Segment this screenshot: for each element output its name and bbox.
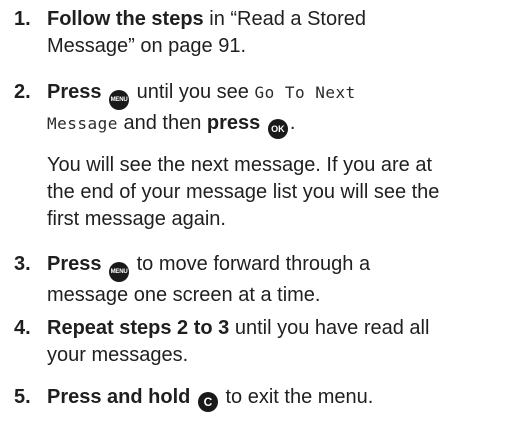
step-text-line: until you have read all xyxy=(229,317,430,339)
note-line: first message again. xyxy=(47,208,226,230)
step-number: 2. xyxy=(14,81,31,103)
step-number: 4. xyxy=(14,317,31,339)
lcd-display-text: Message xyxy=(47,114,118,133)
step-text: Follow the steps in “Read a Stored Messa… xyxy=(47,6,525,60)
menu-button-icon: MENU xyxy=(109,90,130,110)
step-text-line: in “Read a Stored xyxy=(203,8,367,30)
c-button-icon: C xyxy=(197,392,218,412)
step-text: Press MENU to move forward through a mes… xyxy=(47,251,525,309)
step-action: Press xyxy=(47,81,102,103)
step-text: Repeat steps 2 to 3 until you have read … xyxy=(47,315,525,369)
step-text-line: . xyxy=(289,112,296,134)
step-action: press xyxy=(206,112,261,134)
step-number: 5. xyxy=(14,386,31,408)
step-text: Press and hold C to exit the menu. xyxy=(47,384,525,412)
step-text-line: Message” on page 91. xyxy=(47,35,247,57)
step-number: 1. xyxy=(14,8,31,30)
step-text: Press MENU until you see Go To Next Mess… xyxy=(47,79,525,139)
lcd-display-text: Go To Next xyxy=(254,83,356,102)
step-text-line: to move forward through a xyxy=(131,253,371,275)
step-text-line: message one screen at a time. xyxy=(47,284,321,306)
step-action: Press and hold xyxy=(47,386,191,408)
ok-button-icon: OK xyxy=(267,119,288,139)
note-line: the end of your message list you will se… xyxy=(47,181,440,203)
step-text-line: and then xyxy=(117,112,207,134)
step-text-line: your messages. xyxy=(47,344,189,366)
step-number: 3. xyxy=(14,253,31,275)
step-2-note: You will see the next message. If you ar… xyxy=(47,152,525,233)
step-action: Repeat steps 2 to 3 xyxy=(47,317,230,339)
menu-button-icon: MENU xyxy=(109,262,130,282)
note-line: You will see the next message. If you ar… xyxy=(47,154,433,176)
step-action: Press xyxy=(47,253,102,275)
step-text-line: until you see xyxy=(131,81,255,103)
step-text-line: to exit the menu. xyxy=(219,386,374,408)
step-action: Follow the steps xyxy=(47,8,204,30)
